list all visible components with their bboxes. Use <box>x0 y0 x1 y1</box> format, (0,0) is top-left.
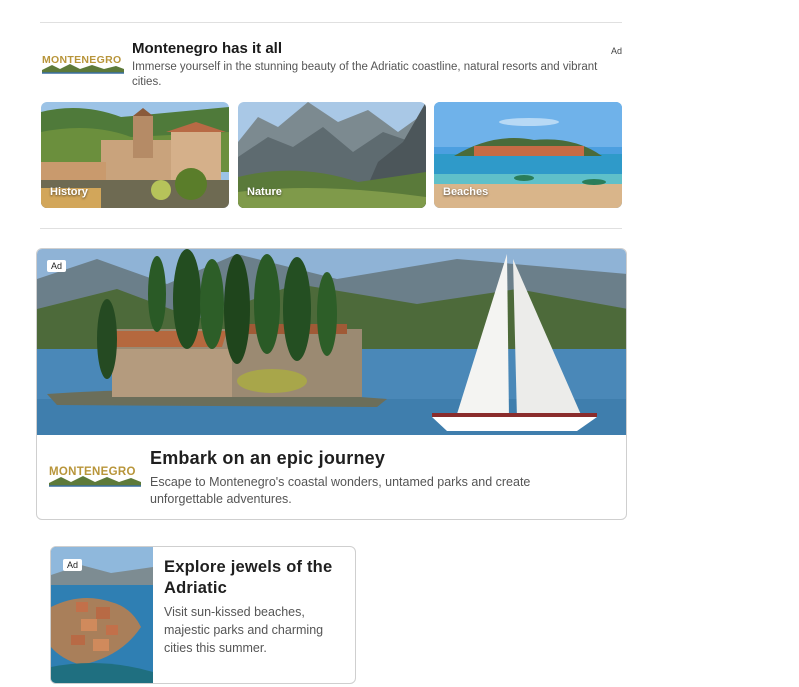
ad1-ad-label: Ad <box>611 46 623 56</box>
ad3-description: Visit sun-kissed beaches, majestic parks… <box>164 605 324 655</box>
tile-beaches-label: Beaches <box>443 186 489 198</box>
tile-history-label: History <box>50 186 88 198</box>
ad2-description: Escape to Montenegro's coastal wonders, … <box>150 475 531 506</box>
montenegro-logo[interactable]: MONTENEGRO <box>40 52 126 76</box>
ad2-title[interactable]: Embark on an epic journey <box>150 448 385 469</box>
svg-text:MONTENEGRO: MONTENEGRO <box>42 54 121 66</box>
tile-history[interactable]: History <box>41 102 229 208</box>
ad3-card[interactable]: Ad Explore jewels of the Adriatic Visit … <box>50 546 356 684</box>
ad1-title[interactable]: Montenegro has it all <box>132 40 282 57</box>
ad2-card[interactable]: Ad MONTENEGRO Embark on an epic journey … <box>36 248 627 520</box>
ad3-title[interactable]: Explore jewels of the Adriatic <box>164 557 350 599</box>
ad3-ad-badge: Ad <box>63 559 83 571</box>
ad2-ad-badge: Ad <box>47 260 67 272</box>
mid-divider <box>40 228 622 229</box>
ad2-hero-image <box>37 249 626 435</box>
svg-text:MONTENEGRO: MONTENEGRO <box>49 466 136 478</box>
ad1-description: Immerse yourself in the stunning beauty … <box>132 61 598 88</box>
top-divider <box>40 22 622 23</box>
tile-beaches[interactable]: Beaches <box>434 102 622 208</box>
montenegro-logo[interactable]: MONTENEGRO <box>47 463 143 489</box>
tile-nature-label: Nature <box>247 186 282 198</box>
tile-nature[interactable]: Nature <box>238 102 426 208</box>
